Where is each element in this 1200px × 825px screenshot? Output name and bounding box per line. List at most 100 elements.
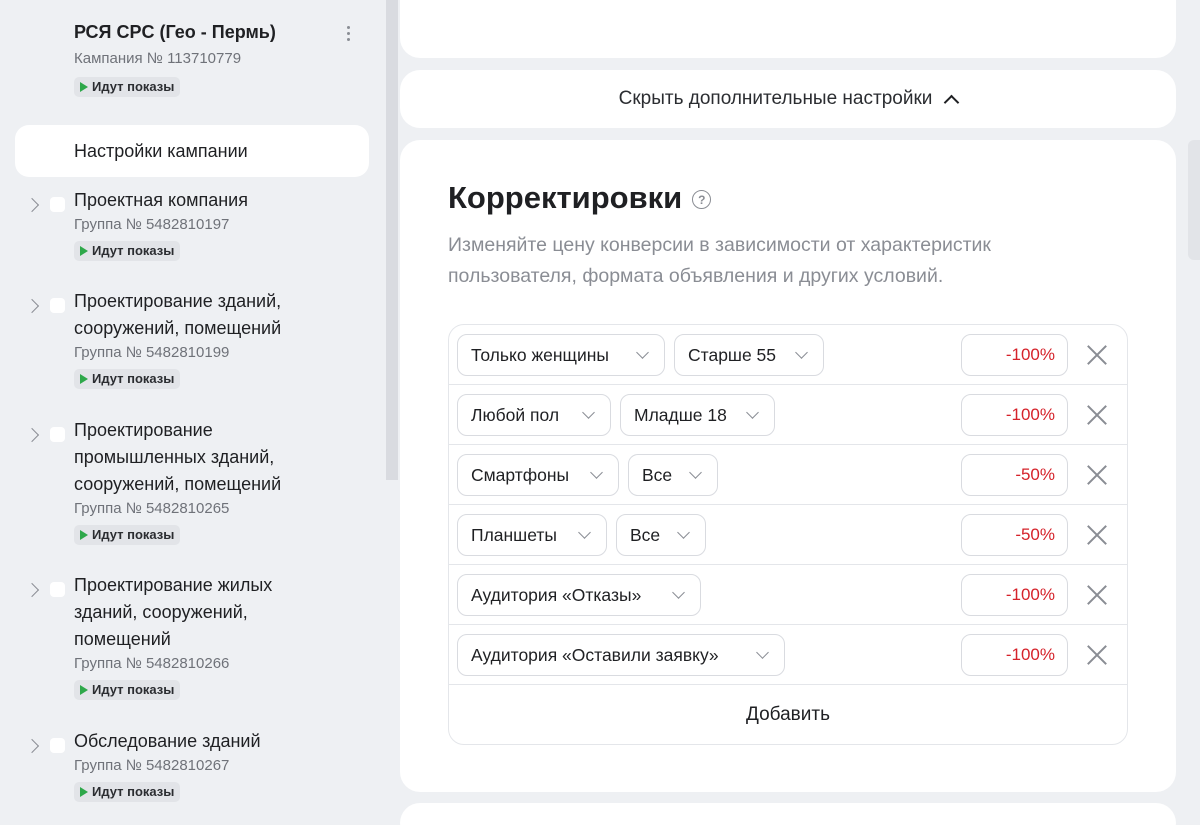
audience-select[interactable]: Аудитория «Оставили заявку»: [457, 634, 785, 676]
status-badge-label: Идут показы: [92, 784, 175, 799]
adjustment-value-input[interactable]: -100%: [961, 574, 1068, 616]
status-badge-label: Идут показы: [92, 79, 175, 94]
remove-adjustment-icon[interactable]: [1086, 524, 1108, 546]
status-badge: Идут показы: [74, 782, 181, 802]
hide-advanced-settings-label: Скрыть дополнительные настройки: [618, 88, 933, 109]
play-icon: [80, 787, 88, 797]
group-checkbox[interactable]: [50, 427, 65, 442]
group-name[interactable]: Проектирование промышленных зданий, соор…: [74, 417, 314, 498]
device-select-value: Смартфоны: [471, 464, 570, 485]
chevron-right-icon[interactable]: [24, 427, 40, 443]
remove-adjustment-icon[interactable]: [1086, 464, 1108, 486]
adjustments-title: Корректировки: [448, 180, 683, 215]
chevron-right-icon[interactable]: [24, 738, 40, 754]
age-select-value: Старше 55: [688, 344, 777, 365]
adjustment-row: Аудитория «Оставили заявку» -100%: [449, 625, 1127, 685]
chevron-down-icon: [590, 466, 603, 479]
group-name[interactable]: Обследование зданий: [74, 728, 314, 755]
chevron-down-icon: [672, 586, 685, 599]
os-select-value: Все: [642, 464, 673, 485]
status-badge: Идут показы: [74, 525, 181, 545]
remove-adjustment-icon[interactable]: [1086, 644, 1108, 666]
gender-select[interactable]: Только женщины: [457, 334, 665, 376]
gender-select[interactable]: Любой пол: [457, 394, 611, 436]
chevron-down-icon: [636, 346, 649, 359]
adjustments-heading: Корректировки ?: [448, 180, 712, 216]
chevron-down-icon: [677, 526, 690, 539]
audience-select-value: Аудитория «Отказы»: [471, 584, 642, 605]
device-select-value: Планшеты: [471, 524, 557, 545]
group-checkbox[interactable]: [50, 582, 65, 597]
adjustment-value-input[interactable]: -100%: [961, 334, 1068, 376]
hide-advanced-settings-button[interactable]: Скрыть дополнительные настройки: [400, 70, 1176, 128]
audience-select-value: Аудитория «Оставили заявку»: [471, 644, 719, 665]
adjustment-row: Только женщины Старше 55 -100%: [449, 325, 1127, 385]
group-number: Группа № 5482810199: [74, 344, 230, 361]
adjustment-value-input[interactable]: -100%: [961, 394, 1068, 436]
adjustment-value-input[interactable]: -50%: [961, 454, 1068, 496]
group-number: Группа № 5482810266: [74, 655, 230, 672]
campaign-sidebar: РСЯ CPC (Гео - Пермь) Кампания № 1137107…: [0, 0, 400, 825]
chevron-right-icon[interactable]: [24, 298, 40, 314]
page-scrollbar[interactable]: [1188, 140, 1200, 260]
group-number: Группа № 5482810267: [74, 757, 230, 774]
group-checkbox[interactable]: [50, 197, 65, 212]
help-icon[interactable]: ?: [692, 190, 712, 209]
gender-select-value: Любой пол: [471, 404, 560, 425]
group-number: Группа № 5482810265: [74, 500, 230, 517]
group-checkbox[interactable]: [50, 738, 65, 753]
device-select[interactable]: Планшеты: [457, 514, 607, 556]
adjustments-card: Корректировки ? Изменяйте цену конверсии…: [400, 140, 1176, 792]
os-select[interactable]: Все: [616, 514, 706, 556]
status-badge-label: Идут показы: [92, 682, 175, 697]
add-adjustment-button[interactable]: Добавить: [449, 685, 1127, 744]
group-number: Группа № 5482810197: [74, 216, 230, 233]
remove-adjustment-icon[interactable]: [1086, 344, 1108, 366]
chevron-down-icon: [582, 406, 595, 419]
more-options-icon[interactable]: [338, 20, 358, 46]
play-icon: [80, 530, 88, 540]
adjustments-list: Только женщины Старше 55 -100% Любой пол…: [448, 324, 1128, 745]
chevron-down-icon: [746, 406, 759, 419]
group-name[interactable]: Проектная компания: [74, 187, 314, 214]
campaign-header[interactable]: РСЯ CPC (Гео - Пермь) Кампания № 1137107…: [74, 20, 364, 97]
adjustment-row: Любой пол Младше 18 -100%: [449, 385, 1127, 445]
status-badge-label: Идут показы: [92, 527, 175, 542]
group-name[interactable]: Проектирование жилых зданий, сооружений,…: [74, 572, 314, 653]
sidebar-scrollbar[interactable]: [386, 0, 398, 480]
group-name[interactable]: Проектирование зданий, сооружений, помещ…: [74, 288, 314, 342]
chevron-down-icon: [578, 526, 591, 539]
adjustment-row: Планшеты Все -50%: [449, 505, 1127, 565]
remove-adjustment-icon[interactable]: [1086, 584, 1108, 606]
audience-select[interactable]: Аудитория «Отказы»: [457, 574, 701, 616]
os-select[interactable]: Все: [628, 454, 718, 496]
group-checkbox[interactable]: [50, 298, 65, 313]
campaign-number: Кампания № 113710779: [74, 50, 242, 67]
chevron-up-icon: [944, 94, 960, 110]
campaign-title[interactable]: РСЯ CPC (Гео - Пермь): [74, 20, 364, 44]
chevron-down-icon: [689, 466, 702, 479]
age-select[interactable]: Старше 55: [674, 334, 824, 376]
chevron-down-icon: [756, 646, 769, 659]
age-select-value: Младше 18: [634, 404, 727, 425]
chevron-down-icon: [795, 346, 808, 359]
status-badge: Идут показы: [74, 77, 181, 97]
next-settings-card: [400, 803, 1176, 825]
adjustment-row: Смартфоны Все -50%: [449, 445, 1127, 505]
gender-select-value: Только женщины: [471, 344, 609, 365]
age-select[interactable]: Младше 18: [620, 394, 775, 436]
status-badge-label: Идут показы: [92, 243, 175, 258]
sidebar-item-campaign-settings[interactable]: Настройки кампании: [15, 125, 369, 177]
chevron-right-icon[interactable]: [24, 582, 40, 598]
status-badge: Идут показы: [74, 680, 181, 700]
adjustments-description: Изменяйте цену конверсии в зависимости о…: [448, 234, 991, 287]
remove-adjustment-icon[interactable]: [1086, 404, 1108, 426]
play-icon: [80, 82, 88, 92]
device-select[interactable]: Смартфоны: [457, 454, 619, 496]
chevron-right-icon[interactable]: [24, 197, 40, 213]
adjustment-value-input[interactable]: -100%: [961, 634, 1068, 676]
status-badge: Идут показы: [74, 369, 181, 389]
adjustment-value-input[interactable]: -50%: [961, 514, 1068, 556]
status-badge-label: Идут показы: [92, 371, 175, 386]
adjustment-row: Аудитория «Отказы» -100%: [449, 565, 1127, 625]
